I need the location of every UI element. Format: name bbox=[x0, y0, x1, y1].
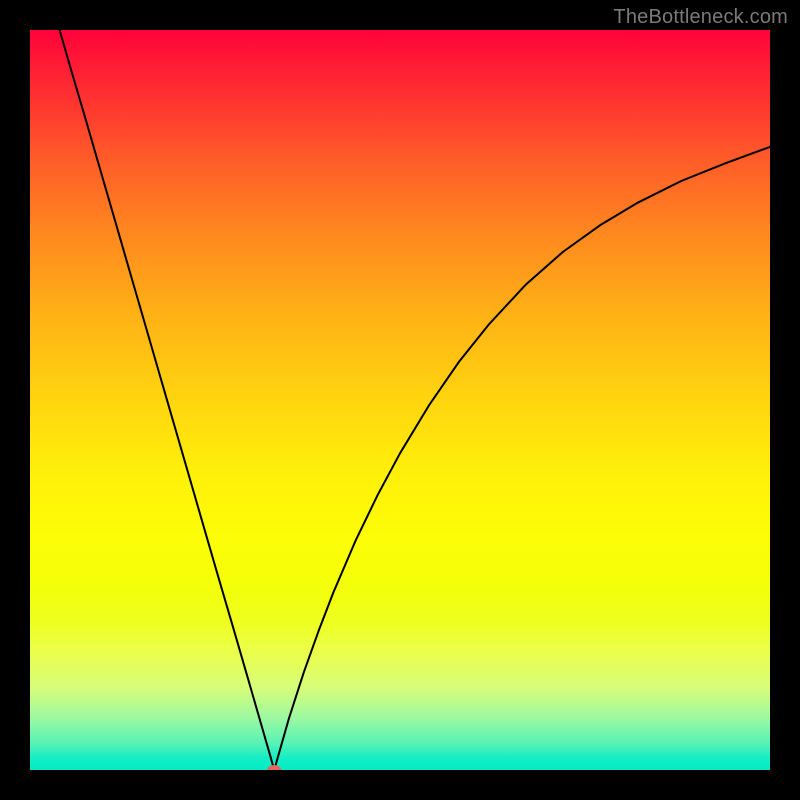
minimum-marker bbox=[267, 765, 281, 770]
bottleneck-curve bbox=[60, 30, 770, 770]
plot-area bbox=[30, 30, 770, 770]
watermark-text: TheBottleneck.com bbox=[613, 6, 788, 29]
curve-svg bbox=[30, 30, 770, 770]
chart-frame: TheBottleneck.com bbox=[0, 0, 800, 800]
